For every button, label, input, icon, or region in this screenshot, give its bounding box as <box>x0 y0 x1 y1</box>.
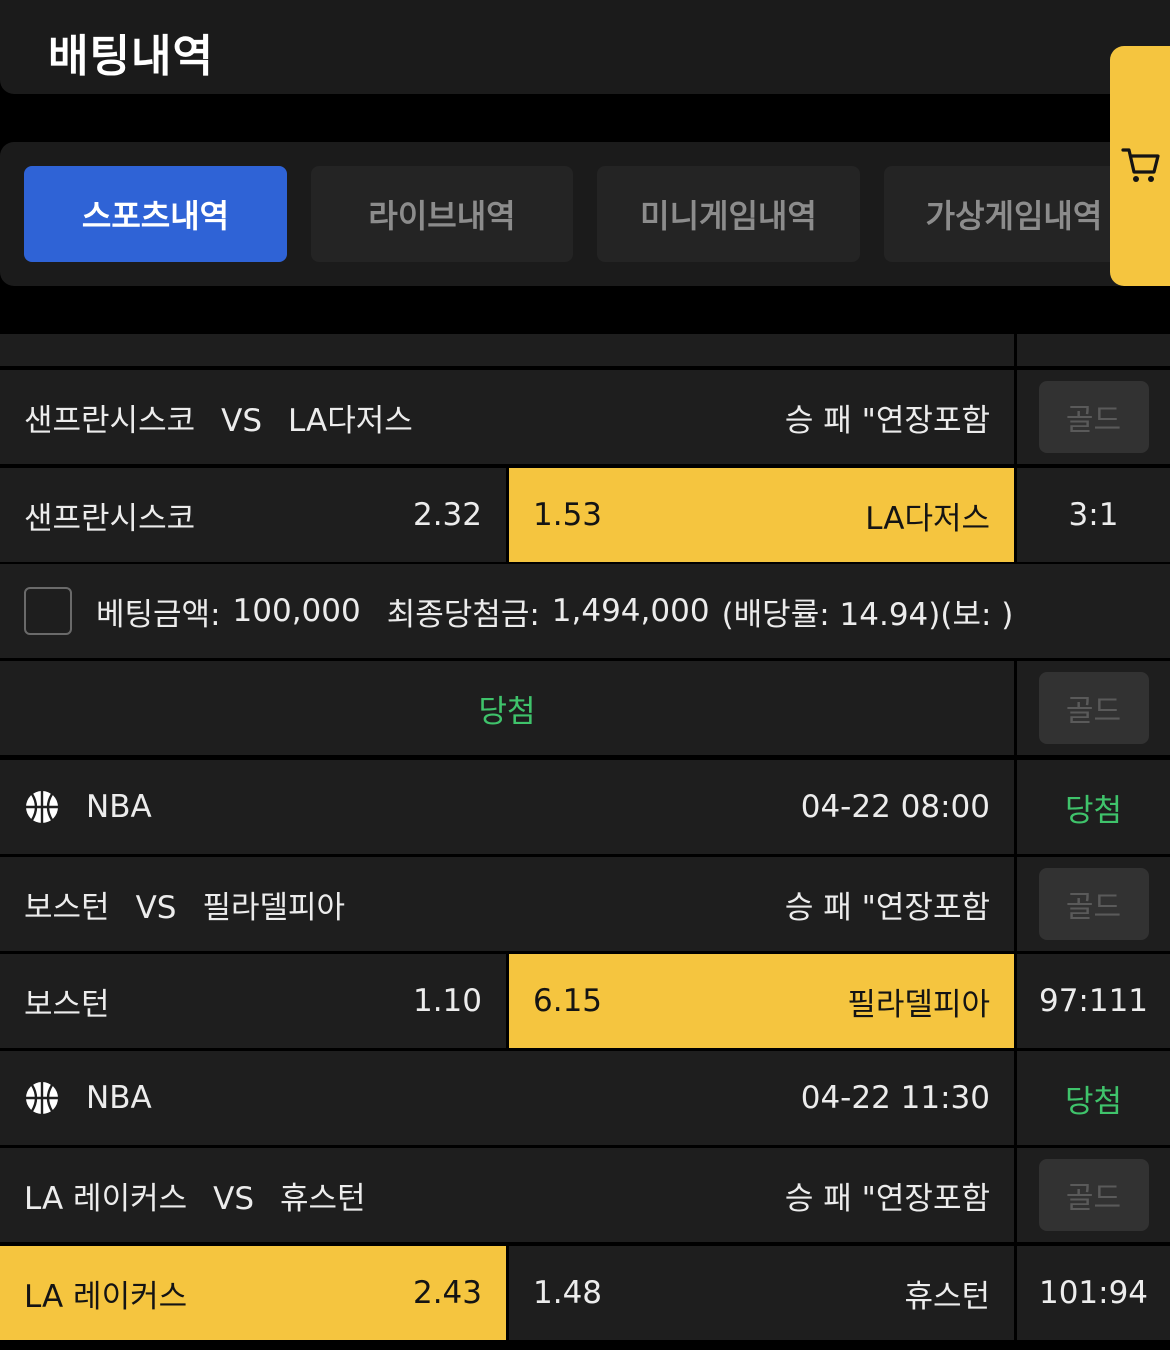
tab-live[interactable]: 라이브내역 <box>311 166 573 262</box>
away-odds-option[interactable]: 6.15 필라델피아 <box>509 954 1014 1048</box>
home-odds-option[interactable]: LA 레이커스 2.43 <box>0 1246 506 1340</box>
home-odds-option[interactable]: 보스턴 1.10 <box>0 954 506 1048</box>
vs-label: VS <box>213 1180 255 1217</box>
bet-summary: 베팅금액: 100,000 최종당첨금: 1,494,000 (배당률: 14.… <box>0 564 1170 658</box>
vs-label: VS <box>221 402 263 439</box>
page-title: 배팅내역 <box>48 31 214 82</box>
gold-button[interactable]: 골드 <box>1038 868 1149 940</box>
history-tabs: 스포츠내역 라이브내역 미니게임내역 가상게임내역 <box>0 142 1170 286</box>
payout-label: 최종당첨금: <box>386 596 540 633</box>
select-checkbox[interactable] <box>24 587 72 635</box>
cart-icon <box>1121 148 1160 182</box>
away-team: LA다저스 <box>865 500 990 537</box>
vs-label: VS <box>135 889 177 926</box>
result-status: 당첨 <box>1064 792 1123 829</box>
score: 3:1 <box>1017 468 1170 562</box>
match-row: 샌프란시스코 VS LA다저스 승 패 "연장포함 골드 <box>0 370 1170 464</box>
home-team: LA 레이커스 <box>24 1278 188 1315</box>
bet-result-row: 당첨 골드 <box>0 661 1170 755</box>
header-bar: 배팅내역 <box>0 0 1170 94</box>
bet-history-list[interactable]: 샌프란시스코 VS LA다저스 승 패 "연장포함 골드 샌프란시스코 2.32 1… <box>0 334 1170 1350</box>
gold-cell: 골드 <box>1017 1148 1170 1242</box>
away-odds: 6.15 <box>533 983 603 1019</box>
match-info: LA 레이커스 VS 휴스턴 승 패 "연장포함 <box>0 1148 1014 1242</box>
odds-row: 샌프란시스코 2.32 1.53 LA다저스 3:1 <box>0 468 1170 562</box>
match-datetime: 04-22 08:00 <box>800 789 990 825</box>
result-cell: 당첨 <box>1017 1051 1170 1145</box>
match-row: 보스턴 VS 필라델피아 승 패 "연장포함 골드 <box>0 857 1170 951</box>
market-type: 승 패 "연장포함 <box>784 889 990 926</box>
away-odds: 1.53 <box>533 497 603 533</box>
tab-virtual[interactable]: 가상게임내역 <box>884 166 1144 262</box>
score: 97:111 <box>1017 954 1170 1048</box>
basketball-icon <box>26 791 58 823</box>
odds-row: 보스턴 1.10 6.15 필라델피아 97:111 <box>0 954 1170 1048</box>
away-odds-option[interactable]: 1.48 휴스턴 <box>509 1246 1014 1340</box>
cart-button[interactable] <box>1110 46 1170 286</box>
row-cell <box>1017 334 1170 366</box>
gold-button[interactable]: 골드 <box>1038 1159 1149 1231</box>
away-odds-option[interactable]: 1.53 LA다저스 <box>509 468 1014 562</box>
home-odds-option[interactable]: 샌프란시스코 2.32 <box>0 468 506 562</box>
gold-button[interactable]: 골드 <box>1038 672 1149 744</box>
home-team: LA 레이커스 <box>24 1180 188 1217</box>
home-team: 보스턴 <box>24 889 110 926</box>
result-status: 당첨 <box>1064 1083 1123 1120</box>
home-team: 샌프란시스코 <box>24 402 196 439</box>
tab-minigame[interactable]: 미니게임내역 <box>597 166 860 262</box>
league-name: NBA <box>86 1080 152 1116</box>
league-info: NBA 04-22 08:00 <box>0 760 1014 854</box>
basketball-icon <box>26 1082 58 1114</box>
league-name: NBA <box>86 789 152 825</box>
away-team: 휴스턴 <box>280 1180 366 1217</box>
gold-button[interactable]: 골드 <box>1038 381 1149 453</box>
match-datetime: 04-22 11:30 <box>800 1080 990 1116</box>
match-info: 샌프란시스코 VS LA다저스 승 패 "연장포함 <box>0 370 1014 464</box>
match-info: 보스턴 VS 필라델피아 승 패 "연장포함 <box>0 857 1014 951</box>
league-info: NBA 04-22 11:30 <box>0 1051 1014 1145</box>
bet-result: 당첨 <box>0 661 1014 755</box>
away-team: LA다저스 <box>288 402 413 439</box>
result-status: 당첨 <box>478 693 536 730</box>
match-row: LA 레이커스 VS 휴스턴 승 패 "연장포함 골드 <box>0 1148 1170 1242</box>
home-team: 샌프란시스코 <box>24 500 196 537</box>
score: 101:94 <box>1017 1246 1170 1340</box>
home-odds: 1.10 <box>412 983 482 1019</box>
away-team: 휴스턴 <box>904 1278 990 1315</box>
market-type: 승 패 "연장포함 <box>784 402 990 439</box>
gold-cell: 골드 <box>1017 661 1170 755</box>
odds-row: LA 레이커스 2.43 1.48 휴스턴 101:94 <box>0 1246 1170 1340</box>
tab-sports[interactable]: 스포츠내역 <box>24 166 287 262</box>
home-team: 보스턴 <box>24 986 110 1023</box>
away-team: 필라델피아 <box>847 986 990 1023</box>
home-odds: 2.32 <box>412 497 482 533</box>
bet-amount: 100,000 <box>232 593 361 629</box>
away-odds: 1.48 <box>533 1275 603 1311</box>
result-cell: 당첨 <box>1017 760 1170 854</box>
odds-info: (배당률: 14.94)(보: ) <box>721 596 1014 633</box>
row-cell <box>0 334 1014 366</box>
bet-summary-row: 베팅금액: 100,000 최종당첨금: 1,494,000 (배당률: 14.… <box>0 564 1170 658</box>
league-row: NBA 04-22 11:30 당첨 <box>0 1051 1170 1145</box>
home-odds: 2.43 <box>412 1275 482 1311</box>
bet-amount-label: 베팅금액: <box>96 596 221 633</box>
league-row: NBA 04-22 08:00 당첨 <box>0 760 1170 854</box>
away-team: 필라델피아 <box>202 889 346 926</box>
market-type: 승 패 "연장포함 <box>784 1180 990 1217</box>
gold-cell: 골드 <box>1017 370 1170 464</box>
payout-amount: 1,494,000 <box>551 593 710 629</box>
table-row <box>0 334 1170 366</box>
gold-cell: 골드 <box>1017 857 1170 951</box>
